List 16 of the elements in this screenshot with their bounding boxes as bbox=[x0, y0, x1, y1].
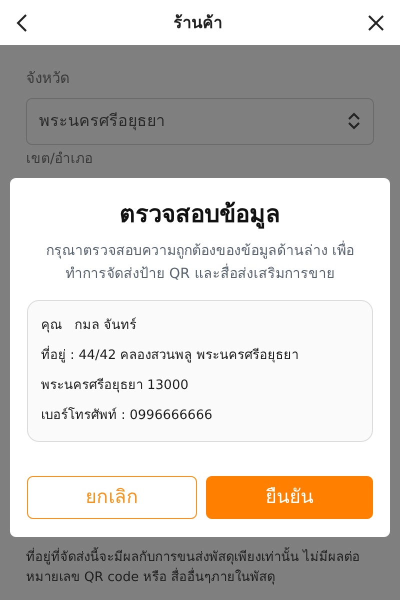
confirm-button[interactable]: ยืนยัน bbox=[206, 476, 373, 519]
field-label: เขต/อำเภอ bbox=[26, 150, 94, 168]
close-icon[interactable] bbox=[368, 14, 384, 30]
page-title: ร้านค้า bbox=[174, 12, 222, 34]
chevron-updown-icon bbox=[347, 112, 361, 130]
dialog-title: ตรวจสอบข้อมูล bbox=[118, 199, 282, 231]
address-line: ที่อยู่ : 44/42 คลองสวนพลู พระนครศรีอยุธยา bbox=[41, 345, 359, 367]
province-select[interactable]: พระนครศรีอยุธยา bbox=[26, 98, 374, 144]
address-line: พระนครศรีอยุธยา 13000 bbox=[41, 376, 190, 395]
address-line: คุณ กมล จันทร์ bbox=[41, 316, 138, 335]
address-line: เบอร์โทรศัพท์ : 0996666666 bbox=[41, 406, 214, 425]
dialog-message: กรุณาตรวจสอบความถูกต้องของข้อมูลด้านล่าง เพื่อทำการจัดส่งป้าย QR และสื่อส่งเสริมการขาย bbox=[27, 240, 373, 286]
note-text: ที่อยู่ที่จัดส่งนี้จะมีผลกับการขนส่งพัสดุเพียงเท่านั้น ไม่มีผลต่อหมายเลข QR code หรือ สื่ออื่นๆภายในพัสดุ bbox=[26, 548, 374, 588]
back-icon[interactable] bbox=[16, 12, 28, 32]
field-label: จังหวัด bbox=[26, 68, 71, 89]
cancel-button[interactable]: ยกเลิก bbox=[27, 476, 196, 519]
